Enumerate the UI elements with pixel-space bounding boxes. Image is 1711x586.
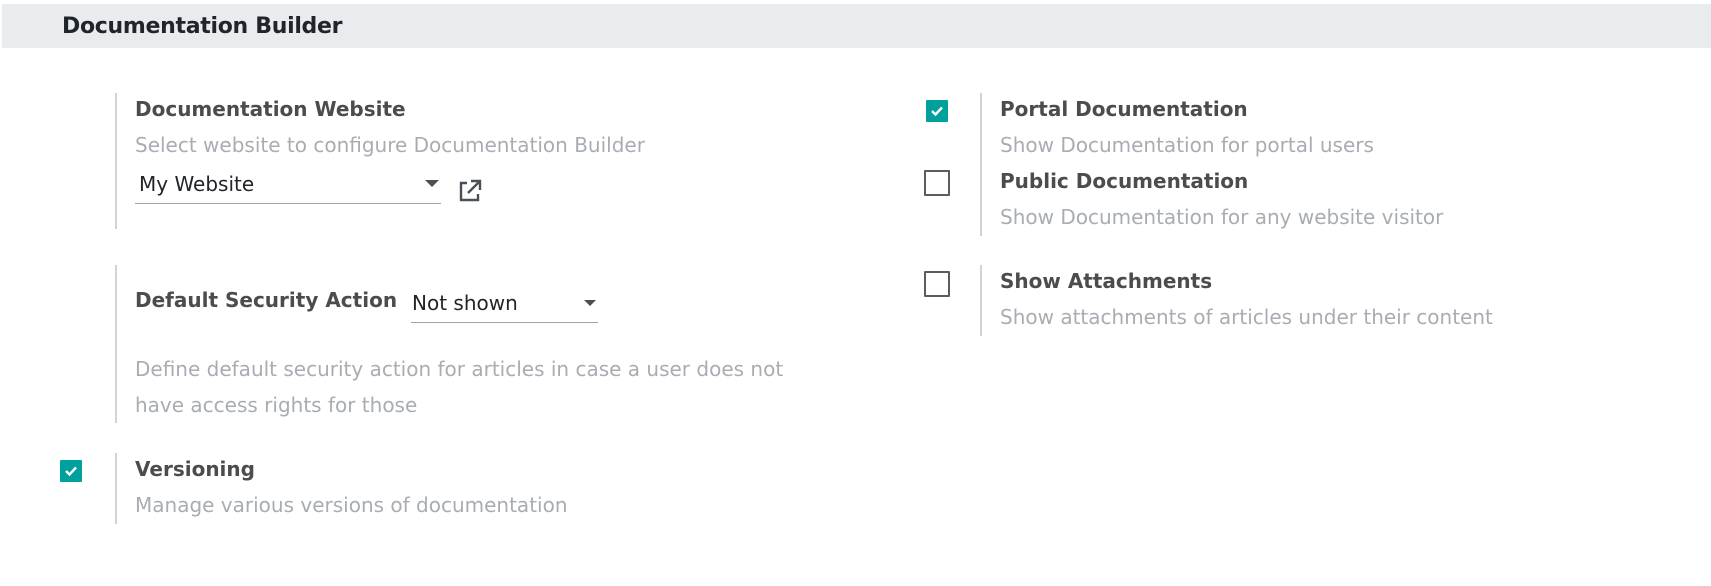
- portal-documentation-checkbox[interactable]: [926, 100, 948, 122]
- checkmark-icon: [65, 466, 77, 477]
- portal-documentation-description: Show Documentation for portal users: [1000, 133, 1374, 157]
- chevron-down-icon: [425, 180, 439, 187]
- security-action-select-value: Not shown: [412, 291, 518, 315]
- setting-divider: [115, 453, 117, 524]
- public-documentation-checkbox[interactable]: [924, 170, 950, 196]
- checkmark-icon: [931, 106, 943, 117]
- chevron-down-icon: [584, 300, 596, 306]
- setting-divider: [115, 265, 117, 423]
- public-documentation-label: Public Documentation: [1000, 169, 1249, 193]
- versioning-checkbox[interactable]: [60, 460, 82, 482]
- portal-documentation-label: Portal Documentation: [1000, 97, 1248, 121]
- default-security-action-label: Default Security Action: [135, 288, 398, 312]
- versioning-label: Versioning: [135, 457, 255, 481]
- documentation-website-description: Select website to configure Documentatio…: [135, 133, 645, 157]
- public-documentation-description: Show Documentation for any website visit…: [1000, 205, 1444, 229]
- setting-divider: [980, 265, 982, 336]
- external-link-icon[interactable]: [456, 177, 484, 205]
- versioning-description: Manage various versions of documentation: [135, 493, 568, 517]
- security-action-select[interactable]: Not shown: [411, 287, 598, 323]
- default-security-action-description: Define default security action for artic…: [135, 357, 784, 417]
- show-attachments-description: Show attachments of articles under their…: [1000, 305, 1493, 329]
- documentation-website-label: Documentation Website: [135, 97, 406, 121]
- show-attachments-checkbox[interactable]: [924, 271, 950, 297]
- section-title: Documentation Builder: [62, 14, 343, 39]
- setting-divider: [980, 93, 982, 236]
- setting-divider: [115, 93, 117, 229]
- section-header: Documentation Builder: [2, 4, 1711, 48]
- website-select-value: My Website: [139, 172, 255, 196]
- website-select[interactable]: My Website: [135, 168, 441, 204]
- show-attachments-label: Show Attachments: [1000, 269, 1213, 293]
